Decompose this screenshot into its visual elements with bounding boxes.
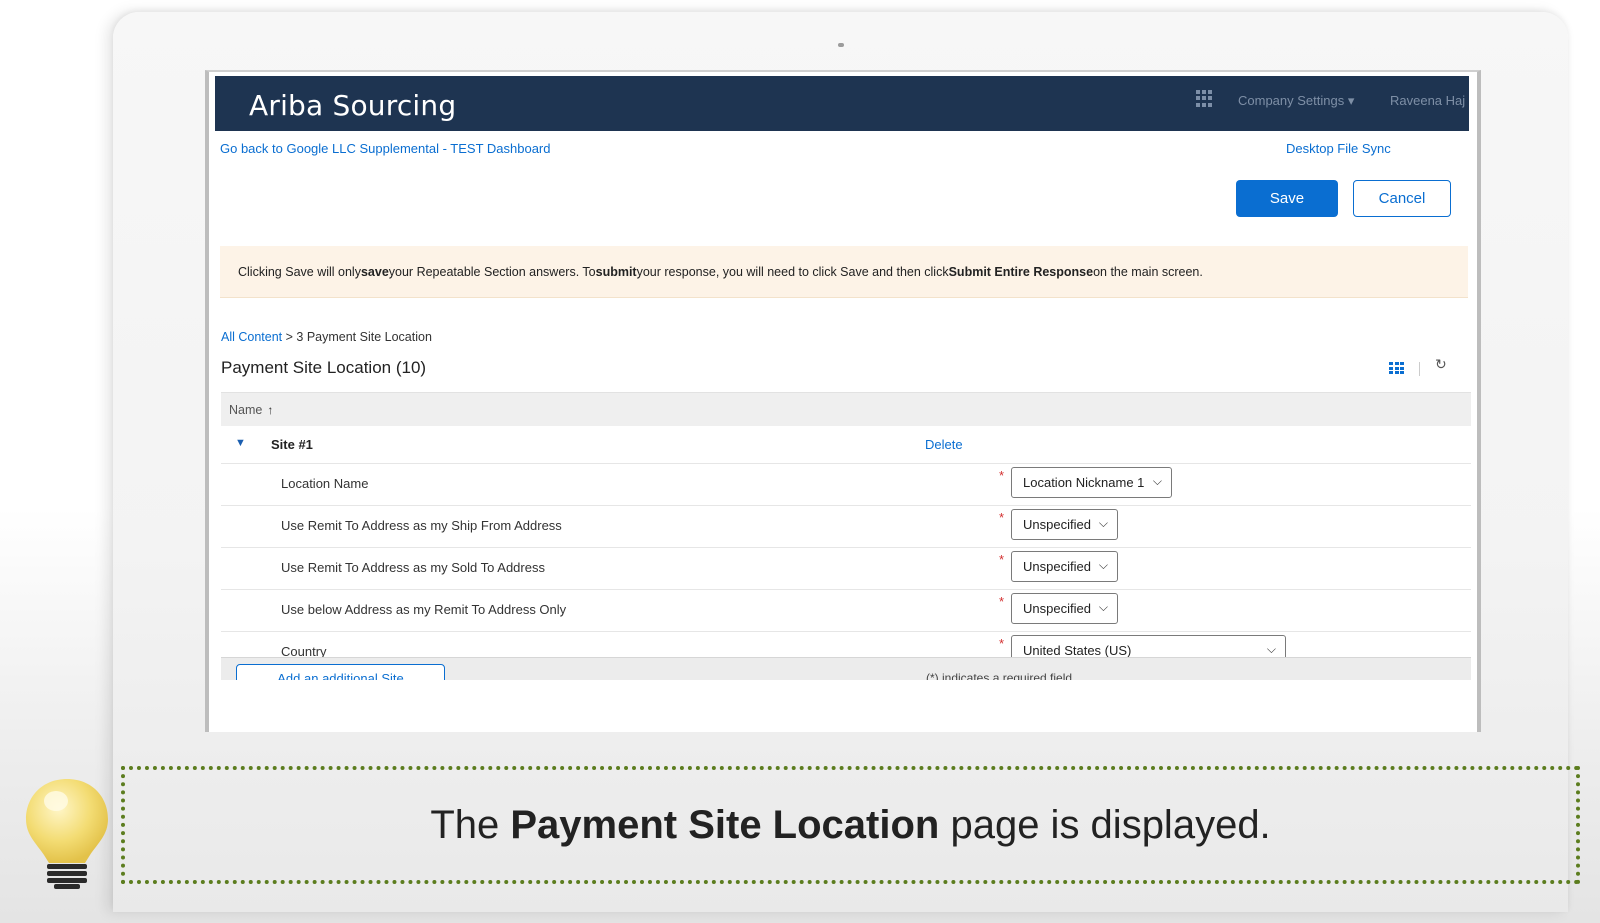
caption-text: The Payment Site Location page is displa… <box>430 803 1270 848</box>
caption-bold: Payment Site Location <box>510 802 940 847</box>
required-marker: * <box>999 510 1005 525</box>
breadcrumb-all-content[interactable]: All Content <box>221 330 282 344</box>
cancel-button[interactable]: Cancel <box>1353 180 1451 217</box>
column-header-name[interactable]: Name ↑ <box>221 392 1471 426</box>
caption-box: The Payment Site Location page is displa… <box>121 766 1580 884</box>
chevron-down-icon: ⌵ <box>1152 474 1162 488</box>
select-value: Unspecified <box>1023 517 1091 532</box>
field-row-location-name: Location Name * Location Nickname 1 ⌵ <box>221 464 1471 506</box>
add-site-button[interactable]: Add an additional Site <box>236 664 445 680</box>
laptop-camera <box>838 43 844 47</box>
refresh-icon[interactable]: ↻ <box>1435 356 1447 373</box>
field-row-remit-to: Use below Address as my Remit To Address… <box>221 590 1471 632</box>
chevron-down-icon: ⌵ <box>1098 600 1108 614</box>
app-screen: Ariba Sourcing Company Settings ▾ Raveen… <box>205 70 1481 732</box>
field-label: Use below Address as my Remit To Address… <box>281 602 567 617</box>
notice-bold-submit-entire: Submit Entire Response <box>948 264 1094 279</box>
field-label: Use Remit To Address as my Ship From Add… <box>281 518 562 533</box>
select-value: Unspecified <box>1023 559 1091 574</box>
caption-post: page is displayed. <box>939 802 1271 847</box>
required-field-note: (*) indicates a required field <box>926 671 1073 680</box>
select-value: Location Nickname 1 <box>1023 475 1145 490</box>
company-settings-menu[interactable]: Company Settings ▾ <box>1238 93 1354 109</box>
ship-from-select[interactable]: Unspecified ⌵ <box>1011 509 1118 540</box>
field-label: Use Remit To Address as my Sold To Addre… <box>281 560 545 575</box>
sold-to-select[interactable]: Unspecified ⌵ <box>1011 551 1118 582</box>
required-marker: * <box>999 468 1005 483</box>
remit-to-select[interactable]: Unspecified ⌵ <box>1011 593 1118 624</box>
app-header: Ariba Sourcing Company Settings ▾ Raveen… <box>215 76 1469 131</box>
field-row-sold-to: Use Remit To Address as my Sold To Addre… <box>221 548 1471 590</box>
column-header-label: Name <box>229 402 263 417</box>
desktop-file-sync-link[interactable]: Desktop File Sync <box>1286 141 1391 156</box>
notice-text-2: your Repeatable Section answers. To <box>388 264 596 279</box>
notice-text-3: your response, you will need to click Sa… <box>636 264 949 279</box>
field-row-ship-from: Use Remit To Address as my Ship From Add… <box>221 506 1471 548</box>
apps-grid-icon[interactable] <box>1196 90 1213 107</box>
required-marker: * <box>999 636 1005 651</box>
notice-text-4: on the main screen. <box>1093 264 1203 279</box>
field-label: Location Name <box>281 476 369 491</box>
delete-site-link[interactable]: Delete <box>925 437 963 452</box>
notice-bold-submit: submit <box>595 264 637 279</box>
required-marker: * <box>999 552 1005 567</box>
site-row: ▼ Site #1 Delete <box>221 427 1471 464</box>
location-name-select[interactable]: Location Nickname 1 ⌵ <box>1011 467 1172 498</box>
save-button[interactable]: Save <box>1236 180 1338 217</box>
toolbar-divider <box>1419 362 1420 376</box>
chevron-down-icon: ⌵ <box>1098 516 1108 530</box>
notice-text-1: Clicking Save will only <box>238 264 361 279</box>
app-title: Ariba Sourcing <box>249 89 457 122</box>
page-title: Payment Site Location (10) <box>221 358 427 377</box>
site-label: Site #1 <box>271 437 313 452</box>
notice-bold-save: save <box>360 264 389 279</box>
breadcrumb-current: 3 Payment Site Location <box>296 330 432 344</box>
breadcrumb-separator: > <box>282 330 297 344</box>
table-view-icon[interactable] <box>1389 362 1405 375</box>
select-value: Unspecified <box>1023 601 1091 616</box>
chevron-down-icon: ⌵ <box>1266 642 1276 656</box>
info-banner: Clicking Save will only save your Repeat… <box>220 246 1468 298</box>
collapse-caret-icon[interactable]: ▼ <box>235 437 246 449</box>
required-marker: * <box>999 594 1005 609</box>
user-menu[interactable]: Raveena Haj <box>1390 93 1465 108</box>
breadcrumb: All Content > 3 Payment Site Location <box>221 330 432 344</box>
select-value: United States (US) <box>1023 643 1132 658</box>
table-footer: Add an additional Site (*) indicates a r… <box>221 657 1471 680</box>
chevron-down-icon: ⌵ <box>1098 558 1108 572</box>
back-to-dashboard-link[interactable]: Go back to Google LLC Supplemental - TES… <box>220 141 550 156</box>
caption-pre: The <box>430 802 511 847</box>
lightbulb-icon <box>26 779 108 889</box>
sort-ascending-icon[interactable]: ↑ <box>267 403 273 417</box>
